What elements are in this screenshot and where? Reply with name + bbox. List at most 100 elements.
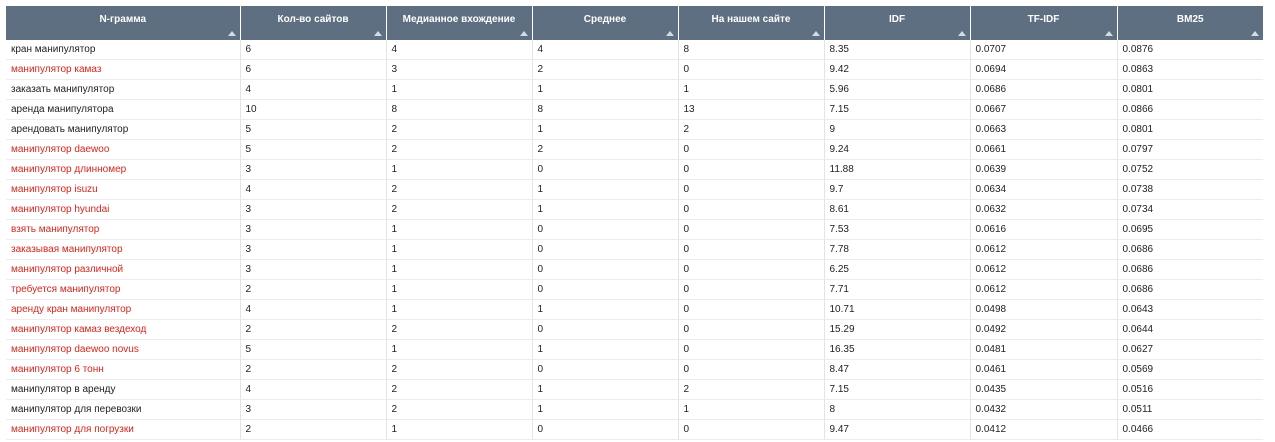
ngram-cell: аренду кран манипулятор: [6, 299, 241, 320]
column-idf-header[interactable]: IDF: [824, 6, 971, 40]
sort-asc-icon[interactable]: [811, 31, 820, 36]
median-occurrence-cell: 1: [386, 219, 533, 240]
table-row[interactable]: манипулятор для перевозки 3 2 1 1 8 0.0432 0.05…: [6, 399, 1263, 420]
sort-asc-icon[interactable]: [957, 31, 966, 36]
table-row[interactable]: требуется манипулятор 2 1 0 0 7.71 0.0612 0.068…: [6, 279, 1263, 300]
mean-cell: 2: [532, 139, 679, 160]
our-site-cell: 0: [678, 339, 825, 360]
column-bm25-header[interactable]: BM25: [1117, 6, 1263, 40]
our-site-cell: 0: [678, 299, 825, 320]
median-occurrence-cell: 1: [386, 239, 533, 260]
idf-cell: 7.15: [824, 99, 971, 120]
sites-count-cell: 3: [240, 159, 387, 180]
column-mean-header[interactable]: Среднее: [532, 6, 679, 40]
ngram-cell: манипулятор для перевозки: [6, 399, 241, 420]
table-row[interactable]: заказывая манипулятор 3 1 0 0 7.78 0.0612 0.068…: [6, 239, 1263, 260]
column-ngram-header[interactable]: N-грамма: [6, 6, 241, 40]
sort-asc-icon[interactable]: [373, 31, 382, 36]
our-site-cell: 0: [678, 319, 825, 340]
column-median-occurrence-header[interactable]: Медианное вхождение: [386, 6, 533, 40]
column-median-occurrence-label: Медианное вхождение: [402, 13, 516, 25]
idf-cell: 9: [824, 119, 971, 140]
median-occurrence-cell: 2: [386, 119, 533, 140]
sites-count-cell: 2: [240, 359, 387, 380]
median-occurrence-cell: 4: [386, 40, 533, 60]
our-site-cell: 0: [678, 259, 825, 280]
idf-cell: 8: [824, 399, 971, 420]
bm25-cell: 0.0511: [1117, 399, 1263, 420]
table-row[interactable]: аренда манипулятора 10 8 8 13 7.15 0.0667 0.086…: [6, 99, 1263, 120]
table-row[interactable]: манипулятор daewoo novus 5 1 1 0 16.35 0.0481 0…: [6, 339, 1263, 360]
idf-cell: 9.24: [824, 139, 971, 160]
mean-cell: 8: [532, 99, 679, 120]
column-idf-label: IDF: [888, 13, 906, 25]
tf-idf-cell: 0.0686: [970, 79, 1118, 100]
mean-cell: 0: [532, 259, 679, 280]
table-row[interactable]: заказать манипулятор 4 1 1 1 5.96 0.0686 0.0801: [6, 79, 1263, 100]
bm25-cell: 0.0866: [1117, 99, 1263, 120]
table-row[interactable]: аренду кран манипулятор 4 1 1 0 10.71 0.0498 0.…: [6, 299, 1263, 320]
bm25-cell: 0.0686: [1117, 239, 1263, 260]
table-row[interactable]: манипулятор hyundai 3 2 1 0 8.61 0.0632 0.0734: [6, 199, 1263, 220]
table-row[interactable]: манипулятор для погрузки 2 1 0 0 9.47 0.0412 0.…: [6, 419, 1263, 440]
sites-count-cell: 2: [240, 419, 387, 440]
column-ngram-label: N-грамма: [99, 13, 147, 25]
tf-idf-cell: 0.0612: [970, 259, 1118, 280]
tf-idf-cell: 0.0667: [970, 99, 1118, 120]
table-row[interactable]: кран манипулятор 6 4 4 8 8.35 0.0707 0.0876: [6, 40, 1263, 60]
column-tf-idf-label: TF-IDF: [1027, 13, 1060, 25]
sites-count-cell: 5: [240, 339, 387, 360]
idf-cell: 8.47: [824, 359, 971, 380]
our-site-cell: 1: [678, 79, 825, 100]
mean-cell: 1: [532, 299, 679, 320]
sort-asc-icon[interactable]: [227, 31, 236, 36]
sites-count-cell: 3: [240, 219, 387, 240]
table-row[interactable]: манипулятор различной 3 1 0 0 6.25 0.0612 0.068…: [6, 259, 1263, 280]
mean-cell: 0: [532, 239, 679, 260]
idf-cell: 7.53: [824, 219, 971, 240]
sort-asc-icon[interactable]: [519, 31, 528, 36]
tf-idf-cell: 0.0412: [970, 419, 1118, 440]
table-row[interactable]: взять манипулятор 3 1 0 0 7.53 0.0616 0.0695: [6, 219, 1263, 240]
mean-cell: 2: [532, 59, 679, 80]
our-site-cell: 2: [678, 119, 825, 140]
column-mean-label: Среднее: [583, 13, 627, 25]
sort-asc-icon[interactable]: [665, 31, 674, 36]
column-our-site-header[interactable]: На нашем сайте: [678, 6, 825, 40]
tf-idf-cell: 0.0498: [970, 299, 1118, 320]
ngram-cell: арендовать манипулятор: [6, 119, 241, 140]
sites-count-cell: 5: [240, 139, 387, 160]
ngram-cell: кран манипулятор: [6, 40, 241, 60]
idf-cell: 6.25: [824, 259, 971, 280]
ngram-cell: манипулятор 6 тонн: [6, 359, 241, 380]
median-occurrence-cell: 3: [386, 59, 533, 80]
tf-idf-cell: 0.0639: [970, 159, 1118, 180]
sites-count-cell: 4: [240, 79, 387, 100]
sort-asc-icon[interactable]: [1251, 31, 1259, 36]
sites-count-cell: 4: [240, 379, 387, 400]
sites-count-cell: 4: [240, 299, 387, 320]
ngram-cell: заказывая манипулятор: [6, 239, 241, 260]
table-row[interactable]: арендовать манипулятор 5 2 1 2 9 0.0663 0.0801: [6, 119, 1263, 140]
table-row[interactable]: манипулятор в аренду 4 2 1 2 7.15 0.0435 0.0516: [6, 379, 1263, 400]
table-row[interactable]: манипулятор isuzu 4 2 1 0 9.7 0.0634 0.0738: [6, 179, 1263, 200]
sites-count-cell: 6: [240, 40, 387, 60]
sites-count-cell: 6: [240, 59, 387, 80]
column-bm25-label: BM25: [1176, 13, 1204, 25]
bm25-cell: 0.0644: [1117, 319, 1263, 340]
bm25-cell: 0.0569: [1117, 359, 1263, 380]
sites-count-cell: 3: [240, 399, 387, 420]
table-row[interactable]: манипулятор камаз 6 3 2 0 9.42 0.0694 0.0863: [6, 59, 1263, 80]
table-row[interactable]: манипулятор 6 тонн 2 2 0 0 8.47 0.0461 0.0569: [6, 359, 1263, 380]
mean-cell: 4: [532, 40, 679, 60]
column-sites-count-header[interactable]: Кол-во сайтов: [240, 6, 387, 40]
bm25-cell: 0.0643: [1117, 299, 1263, 320]
table-row[interactable]: манипулятор длинномер 3 1 0 0 11.88 0.0639 0.07…: [6, 159, 1263, 180]
mean-cell: 1: [532, 339, 679, 360]
our-site-cell: 0: [678, 279, 825, 300]
sort-asc-icon[interactable]: [1104, 31, 1113, 36]
column-tf-idf-header[interactable]: TF-IDF: [970, 6, 1118, 40]
mean-cell: 0: [532, 419, 679, 440]
table-row[interactable]: манипулятор daewoo 5 2 2 0 9.24 0.0661 0.0797: [6, 139, 1263, 160]
table-row[interactable]: манипулятор камаз вездеход 2 2 0 0 15.29 0.049…: [6, 319, 1263, 340]
